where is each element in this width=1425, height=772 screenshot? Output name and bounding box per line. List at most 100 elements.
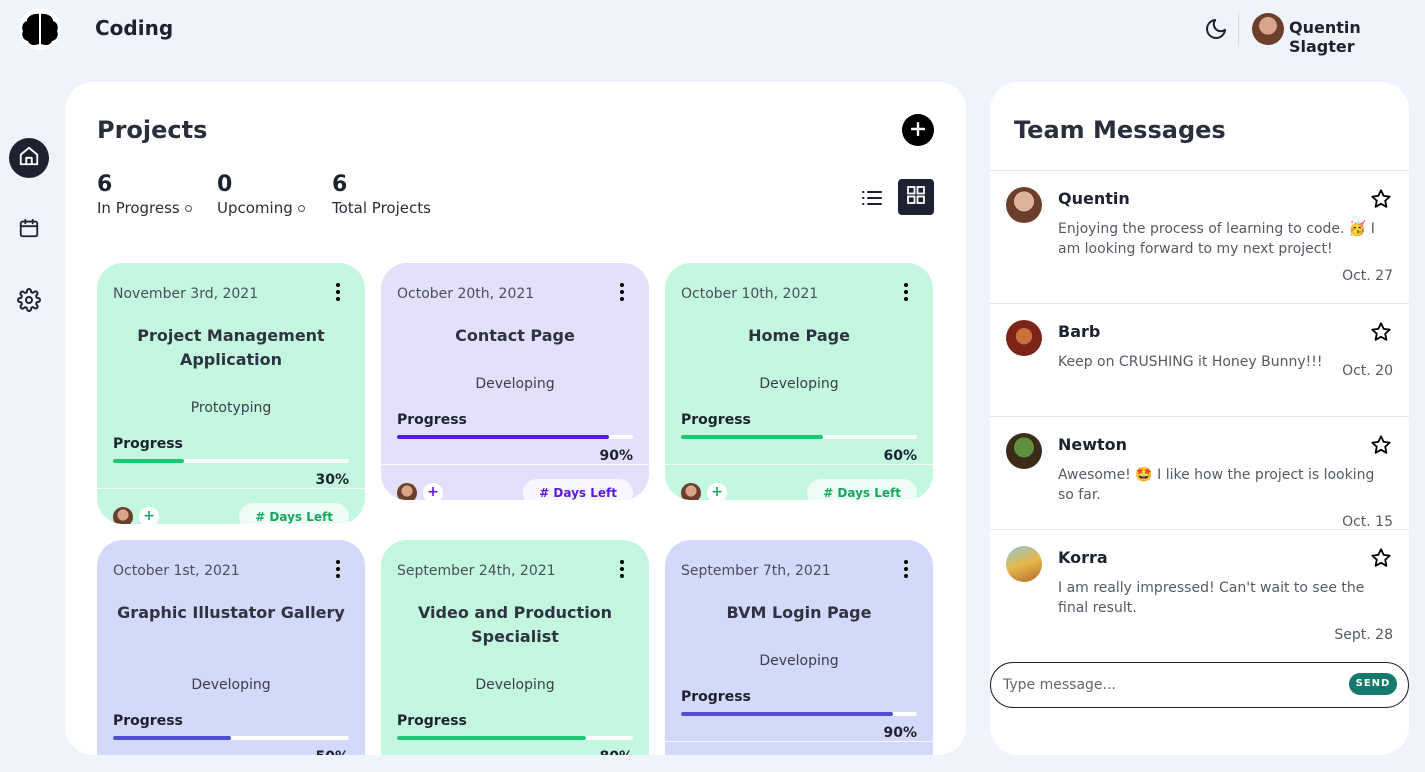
progress-fill [681, 712, 894, 716]
card-title: Home Page [748, 326, 850, 345]
message-text-part: Enjoying the process of learning to code… [1058, 221, 1349, 237]
progress-label: Progress [397, 412, 467, 428]
project-card[interactable]: September 7th, 2021 BVM Login Page Devel… [665, 540, 933, 755]
project-card[interactable]: October 1st, 2021 Graphic Illustator Gal… [97, 540, 365, 755]
stat-label: Upcoming [217, 199, 293, 217]
progress-bar [681, 712, 917, 716]
message-text: I am really impressed! Can't wait to see… [1058, 578, 1378, 618]
card-status: Developing [475, 376, 555, 392]
user-name[interactable]: Quentin Slagter [1289, 18, 1425, 56]
more-vertical-icon[interactable] [901, 281, 911, 303]
add-member-button[interactable]: + [139, 507, 159, 524]
home-icon [18, 145, 40, 171]
message-text: Enjoying the process of learning to code… [1058, 219, 1378, 259]
brain-logo-icon[interactable] [18, 8, 62, 50]
team-messages-panel: Team Messages Quentin Enjoying the proce… [990, 82, 1409, 755]
member-avatar[interactable] [681, 483, 701, 500]
message-text-part: Awesome! [1058, 467, 1136, 483]
more-vertical-icon[interactable] [333, 558, 343, 580]
message-text-part: I am really impressed! Can't wait to see… [1058, 580, 1365, 616]
messages-title: Team Messages [1014, 116, 1226, 144]
star-icon[interactable] [1370, 547, 1392, 569]
projects-title: Projects [97, 116, 208, 144]
nav-calendar[interactable] [9, 210, 49, 250]
more-vertical-icon[interactable] [617, 558, 627, 580]
progress-fill [113, 736, 231, 740]
card-divider [97, 488, 365, 489]
message-divider [990, 303, 1409, 304]
progress-label: Progress [397, 713, 467, 729]
send-button[interactable]: SEND [1349, 673, 1397, 695]
message-item: Quentin Enjoying the process of learning… [990, 170, 1409, 303]
card-title: Project Management Application [137, 326, 325, 369]
message-input[interactable] [1003, 675, 1333, 695]
card-date: November 3rd, 2021 [113, 286, 259, 302]
progress-percent: 30% [315, 472, 349, 488]
emoji: 🥳 [1348, 221, 1367, 237]
circle-icon [184, 205, 192, 212]
add-member-button[interactable]: + [707, 483, 727, 500]
more-vertical-icon[interactable] [617, 281, 627, 303]
emoji: 🤩 [1135, 467, 1153, 483]
star-icon[interactable] [1370, 434, 1392, 456]
message-divider [990, 170, 1409, 171]
progress-fill [397, 435, 610, 439]
card-status: Prototyping [190, 400, 272, 416]
star-icon[interactable] [1370, 321, 1392, 343]
card-status: Developing [475, 677, 555, 693]
project-card[interactable]: October 10th, 2021 Home Page Developing … [665, 263, 933, 500]
calendar-icon [18, 217, 40, 243]
card-divider [665, 741, 933, 742]
list-view-icon[interactable] [860, 186, 884, 210]
progress-fill [397, 736, 586, 740]
progress-percent: 90% [599, 448, 633, 464]
stat-value: 6 [97, 172, 113, 197]
stat-value: 0 [217, 172, 233, 197]
message-author: Barb [1058, 322, 1101, 341]
more-vertical-icon[interactable] [333, 281, 343, 303]
member-avatar[interactable] [397, 483, 417, 500]
days-left-badge[interactable]: # Days Left [807, 479, 917, 500]
message-avatar[interactable] [1006, 187, 1042, 223]
progress-bar [113, 459, 349, 463]
member-avatar[interactable] [113, 507, 133, 524]
card-title: Video and Production Specialist [417, 603, 613, 646]
message-date: Oct. 15 [1342, 514, 1393, 530]
message-author: Quentin [1058, 189, 1130, 208]
message-avatar[interactable] [1006, 320, 1042, 356]
message-item: Newton Awesome! 🤩 I like how the project… [990, 416, 1409, 530]
project-card[interactable]: November 3rd, 2021 Project Management Ap… [97, 263, 365, 524]
stat-label: In Progress [97, 199, 180, 217]
days-left-badge[interactable]: # Days Left [239, 503, 349, 524]
add-member-button[interactable]: + [423, 483, 443, 500]
project-card[interactable]: September 24th, 2021 Video and Productio… [381, 540, 649, 755]
message-date: Oct. 20 [1342, 363, 1393, 379]
message-text: Awesome! 🤩 I like how the project is loo… [1058, 465, 1378, 505]
stat-upcoming: 0 Upcoming [217, 172, 305, 217]
card-date: September 24th, 2021 [397, 563, 556, 579]
nav-settings[interactable] [9, 282, 49, 322]
circle-icon [297, 205, 305, 212]
project-card[interactable]: October 20th, 2021 Contact Page Developi… [381, 263, 649, 500]
stat-value: 6 [332, 172, 348, 197]
message-divider [990, 529, 1409, 530]
add-project-button[interactable] [902, 114, 934, 146]
message-divider [990, 416, 1409, 417]
header-divider [1238, 13, 1239, 45]
message-date: Sept. 28 [1334, 627, 1393, 643]
days-left-badge[interactable]: # Days Left [523, 479, 633, 500]
progress-label: Progress [113, 713, 183, 729]
star-icon[interactable] [1370, 188, 1392, 210]
more-vertical-icon[interactable] [901, 558, 911, 580]
grid-view-button[interactable] [898, 179, 934, 215]
message-author: Newton [1058, 435, 1128, 454]
user-avatar[interactable] [1252, 13, 1284, 45]
top-bar: Coding Quentin Slagter [0, 0, 1425, 60]
card-status: Developing [759, 653, 839, 669]
progress-percent: 60% [883, 448, 917, 464]
message-avatar[interactable] [1006, 433, 1042, 469]
dark-mode-moon-icon[interactable] [1204, 17, 1228, 41]
nav-home[interactable] [9, 138, 49, 178]
message-avatar[interactable] [1006, 546, 1042, 582]
progress-label: Progress [681, 689, 751, 705]
